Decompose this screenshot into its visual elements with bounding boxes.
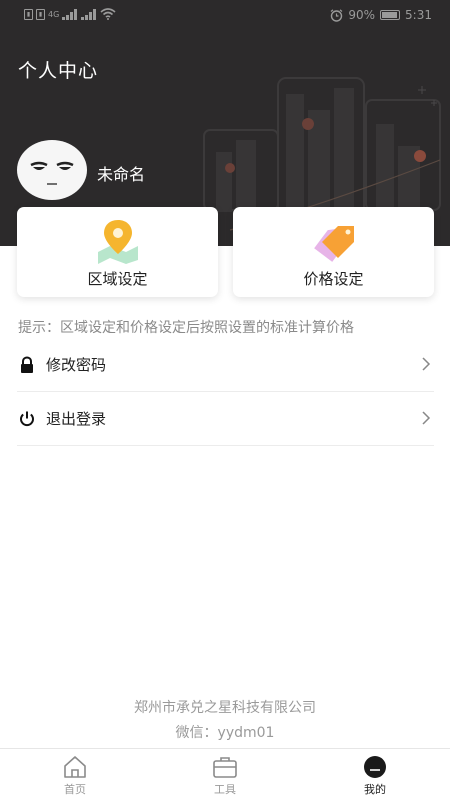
chevron-right-icon (422, 411, 431, 425)
tab-mine[interactable]: 我的 (330, 755, 420, 797)
logout-label: 退出登录 (46, 410, 107, 428)
home-icon (64, 756, 86, 778)
sleepy-face-icon (30, 161, 74, 185)
wifi-icon (100, 8, 116, 20)
price-settings-card[interactable]: 价格设定 (233, 207, 434, 297)
price-settings-label: 价格设定 (303, 270, 364, 288)
network-type: 4G (48, 9, 60, 19)
region-settings-label: 区域设定 (87, 270, 148, 288)
battery-percent: 90% (348, 8, 376, 22)
company-name: 郑州市承兑之星科技有限公司 (134, 700, 316, 716)
tab-tools[interactable]: 工具 (180, 755, 270, 797)
profile-icon (364, 756, 386, 778)
bottom-tab-bar: 首页 工具 我的 (0, 748, 450, 800)
price-tag-icon (313, 226, 354, 262)
logout-item[interactable]: 退出登录 (17, 392, 434, 446)
map-pin-icon (97, 220, 138, 264)
lock-icon (21, 355, 33, 373)
battery-icon (380, 10, 401, 20)
hint-text: 提示：区域设定和价格设定后按照设置的标准计算价格 (18, 320, 354, 336)
power-icon (20, 411, 34, 426)
avatar[interactable] (17, 140, 87, 200)
chevron-right-icon (422, 357, 431, 371)
page-title: 个人中心 (18, 60, 99, 82)
status-bar-right: 90% 5:31 (330, 8, 432, 22)
alarm-clock-icon (330, 8, 343, 22)
tab-mine-label: 我的 (364, 783, 386, 796)
clock-time: 5:31 (405, 8, 432, 22)
toolbox-icon (213, 757, 237, 778)
tab-tools-label: 工具 (214, 783, 236, 796)
tab-home[interactable]: 首页 (30, 755, 120, 797)
wechat-contact: 微信：yydm01 (175, 725, 275, 741)
change-password-label: 修改密码 (46, 356, 107, 374)
status-bar: ▮ ▮ 4G 90% 5:31 (0, 0, 450, 32)
sim-card-icon: ▮ (24, 8, 33, 20)
tab-home-label: 首页 (64, 783, 86, 796)
username[interactable]: 未命名 (97, 161, 145, 185)
change-password-item[interactable]: 修改密码 (17, 338, 434, 392)
signal-icon (81, 8, 97, 20)
region-settings-card[interactable]: 区域设定 (17, 207, 218, 297)
signal-icon (62, 8, 78, 20)
status-bar-left: ▮ ▮ 4G (24, 8, 116, 20)
sim-card-icon: ▮ (36, 8, 45, 20)
screen: ▮ ▮ 4G 90% 5:31 个人中心 未命名 区域设定 价格设定 提示：区域… (0, 0, 450, 800)
